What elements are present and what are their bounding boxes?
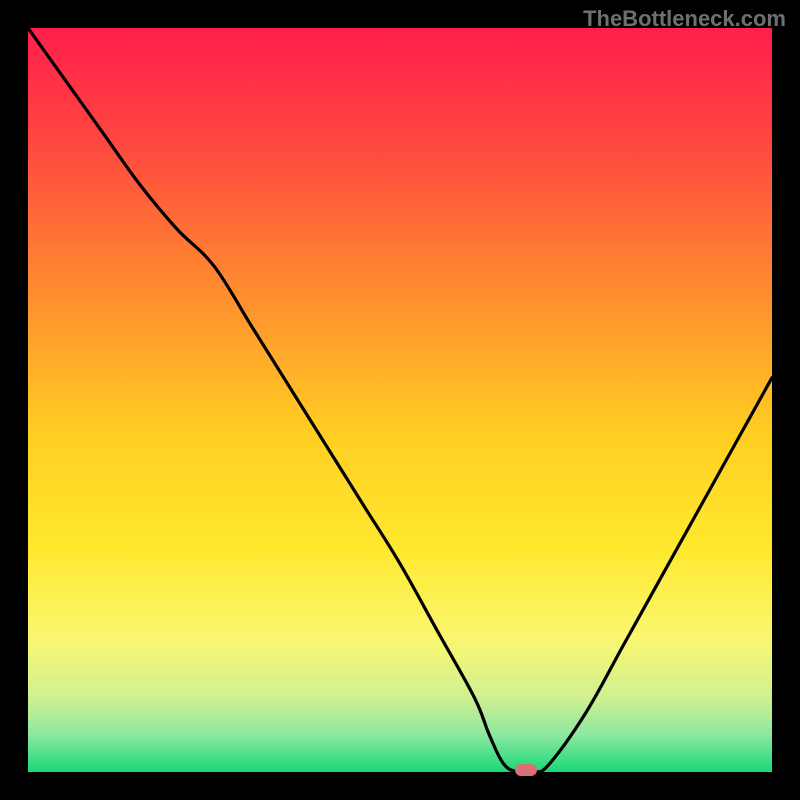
plot-area [28, 28, 772, 772]
optimal-point-marker [515, 764, 537, 776]
watermark-text: TheBottleneck.com [583, 6, 786, 32]
chart-container: TheBottleneck.com [0, 0, 800, 800]
bottleneck-curve [28, 28, 772, 772]
